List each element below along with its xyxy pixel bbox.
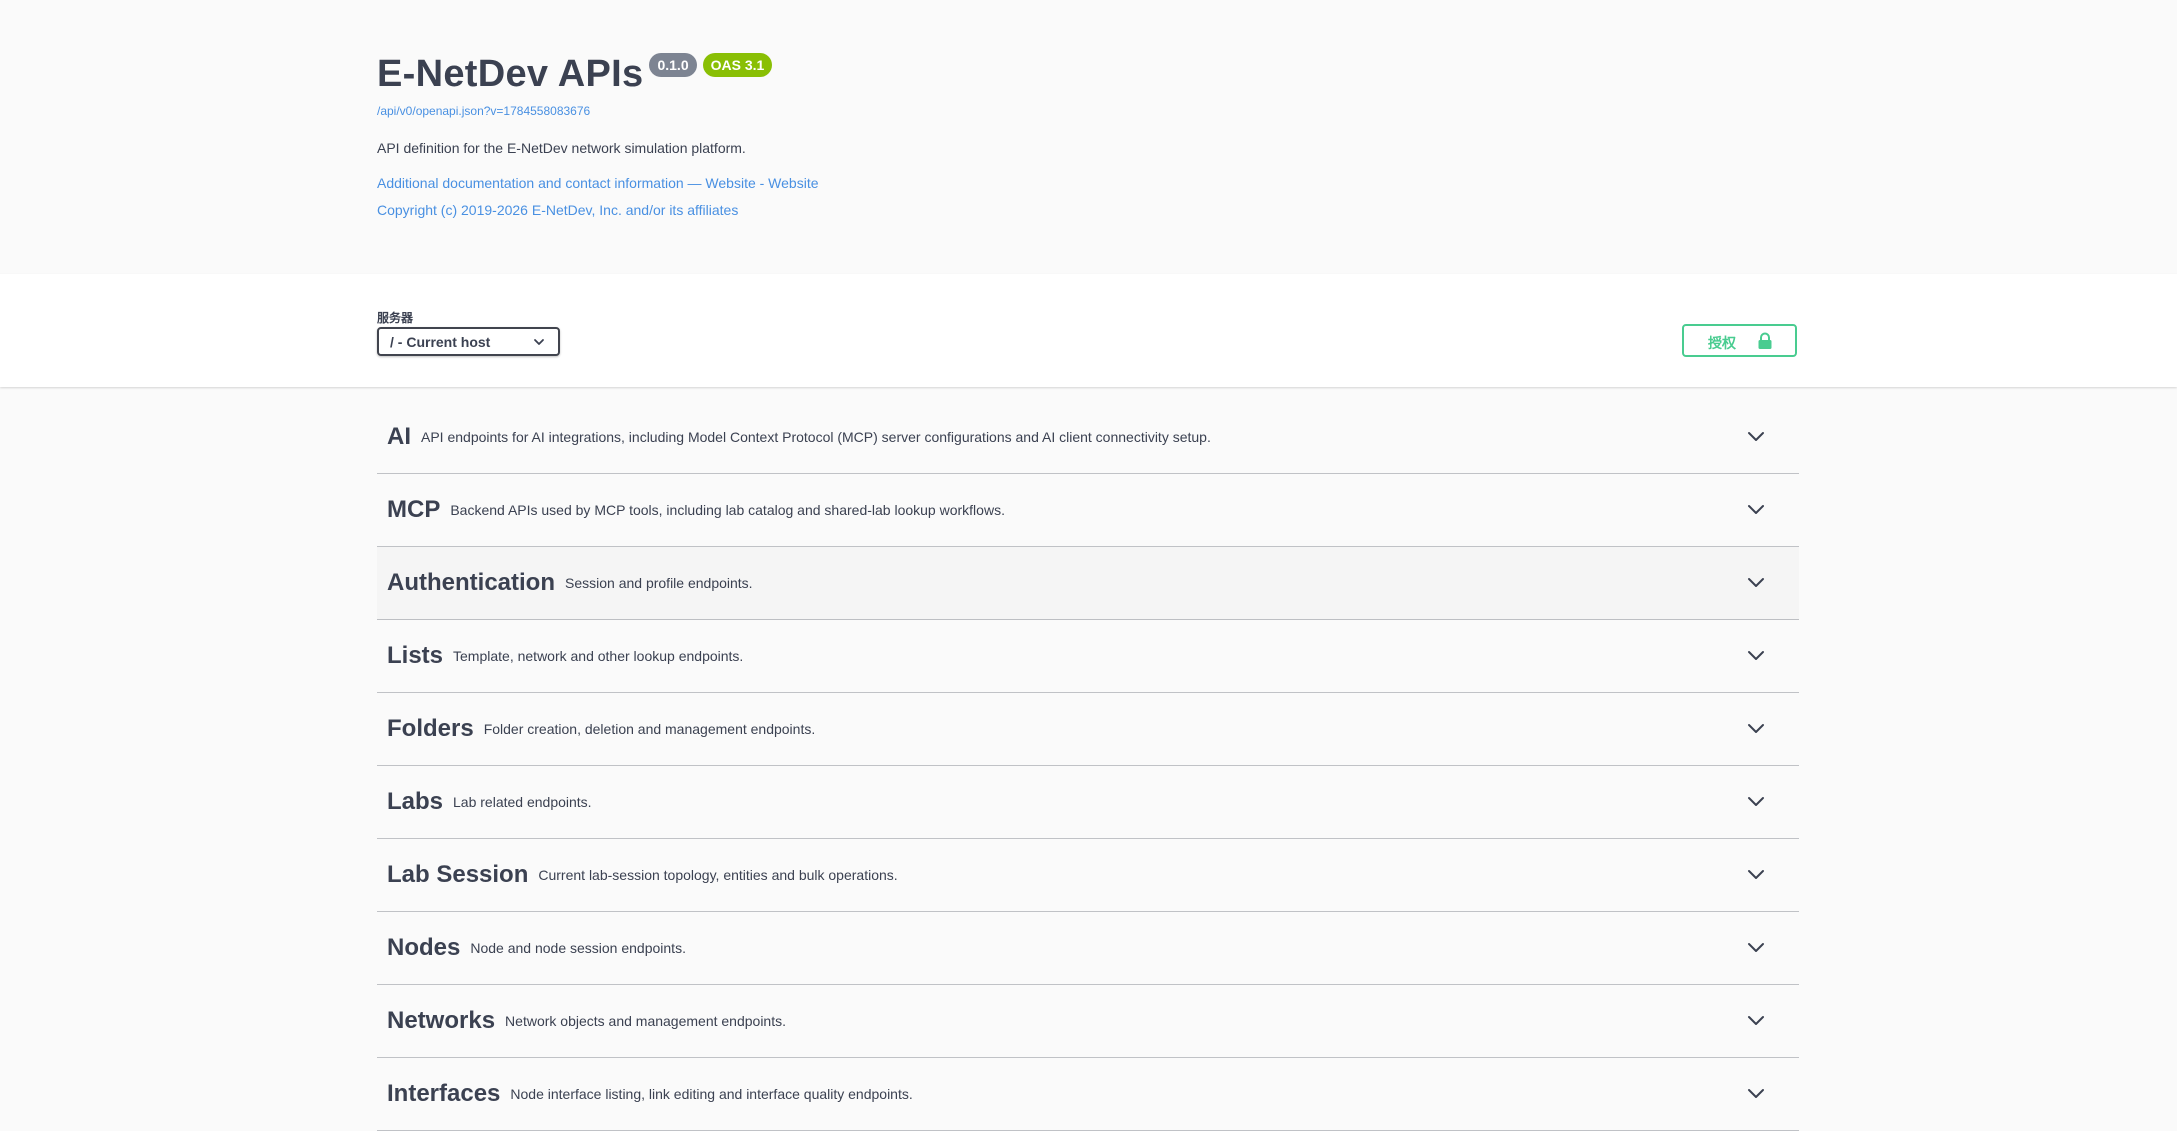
spec-url-link[interactable]: /api/v0/openapi.json?v=1784558083676 xyxy=(377,104,1799,118)
servers-label: 服务器 xyxy=(377,311,414,325)
copyright-link[interactable]: Copyright (c) 2019-2026 E-NetDev, Inc. a… xyxy=(377,202,1799,218)
tag-description: Lab related endpoints. xyxy=(453,794,592,810)
server-select[interactable]: / - Current host xyxy=(377,327,560,356)
tag-section-nodes[interactable]: Nodes Node and node session endpoints. xyxy=(377,912,1799,985)
tag-description: Backend APIs used by MCP tools, includin… xyxy=(450,502,1005,518)
tag-name[interactable]: Networks xyxy=(387,1007,495,1035)
tag-name[interactable]: Folders xyxy=(387,715,474,743)
chevron-down-icon[interactable] xyxy=(1747,1086,1765,1100)
tag-description: Folder creation, deletion and management… xyxy=(483,721,816,737)
tag-section-mcp[interactable]: MCP Backend APIs used by MCP tools, inclu… xyxy=(377,474,1799,547)
tag-section-networks[interactable]: Networks Network objects and management e… xyxy=(377,985,1799,1058)
chevron-down-icon[interactable] xyxy=(1747,429,1765,443)
chevron-down-icon[interactable] xyxy=(1747,502,1765,516)
authorize-label: 授权 xyxy=(1708,335,1736,351)
tag-name[interactable]: Lab Session xyxy=(387,861,528,889)
chevron-down-icon[interactable] xyxy=(1747,575,1765,589)
lock-icon xyxy=(1758,332,1772,349)
tag-name[interactable]: Labs xyxy=(387,788,443,816)
tag-section-folders[interactable]: Folders Folder creation, deletion and man… xyxy=(377,693,1799,766)
tag-description: Template, network and other lookup endpo… xyxy=(453,648,744,664)
version-badge: 0.1.0 xyxy=(649,53,697,77)
chevron-down-icon[interactable] xyxy=(1747,794,1765,808)
chevron-down-icon[interactable] xyxy=(1747,721,1765,735)
docs-contact-link[interactable]: Additional documentation and contact inf… xyxy=(377,175,1799,191)
api-description: API definition for the E-NetDev network … xyxy=(377,140,746,156)
chevron-down-icon[interactable] xyxy=(1747,940,1765,954)
tag-description: Network objects and management endpoints… xyxy=(505,1013,786,1029)
tag-list: AI API endpoints for AI integrations, inc… xyxy=(377,401,1799,1131)
oas-badge: OAS 3.1 xyxy=(702,53,773,77)
info-block: E-NetDev APIs 0.1.0 OAS 3.1 /api/v0/open… xyxy=(377,50,1799,218)
tag-name[interactable]: Nodes xyxy=(387,934,460,962)
chevron-down-icon[interactable] xyxy=(1747,648,1765,662)
info-section: E-NetDev APIs 0.1.0 OAS 3.1 /api/v0/open… xyxy=(0,0,2177,274)
authorize-button[interactable]: 授权 xyxy=(1682,324,1797,357)
tag-name[interactable]: MCP xyxy=(387,496,440,524)
tag-name[interactable]: Interfaces xyxy=(387,1080,500,1108)
tag-description: Current lab-session topology, entities a… xyxy=(538,867,898,883)
tag-section-ai[interactable]: AI API endpoints for AI integrations, inc… xyxy=(377,401,1799,474)
tag-name[interactable]: Lists xyxy=(387,642,443,670)
tag-section-interfaces[interactable]: Interfaces Node interface listing, link e… xyxy=(377,1058,1799,1131)
tag-section-lab-session[interactable]: Lab Session Current lab-session topology,… xyxy=(377,839,1799,912)
server-select-value: / - Current host xyxy=(390,333,491,350)
chevron-down-icon[interactable] xyxy=(1747,867,1765,881)
tag-description: Node and node session endpoints. xyxy=(470,940,686,956)
title-row: E-NetDev APIs 0.1.0 OAS 3.1 xyxy=(377,50,1799,98)
tag-name[interactable]: Authentication xyxy=(387,569,555,597)
chevron-down-icon[interactable] xyxy=(1747,1013,1765,1027)
page-title: E-NetDev APIs xyxy=(377,53,644,95)
tag-section-authentication[interactable]: Authentication Session and profile endpoi… xyxy=(377,547,1799,620)
tag-description: Node interface listing, link editing and… xyxy=(510,1086,913,1102)
tag-section-lists[interactable]: Lists Template, network and other lookup … xyxy=(377,620,1799,693)
tag-description: Session and profile endpoints. xyxy=(565,575,753,591)
tag-section-labs[interactable]: Labs Lab related endpoints. xyxy=(377,766,1799,839)
chevron-down-icon xyxy=(534,339,544,345)
tag-description: API endpoints for AI integrations, inclu… xyxy=(421,429,1211,445)
tag-name[interactable]: AI xyxy=(387,423,411,451)
scheme-container: 服务器 / - Current host 授权 xyxy=(0,274,2177,387)
